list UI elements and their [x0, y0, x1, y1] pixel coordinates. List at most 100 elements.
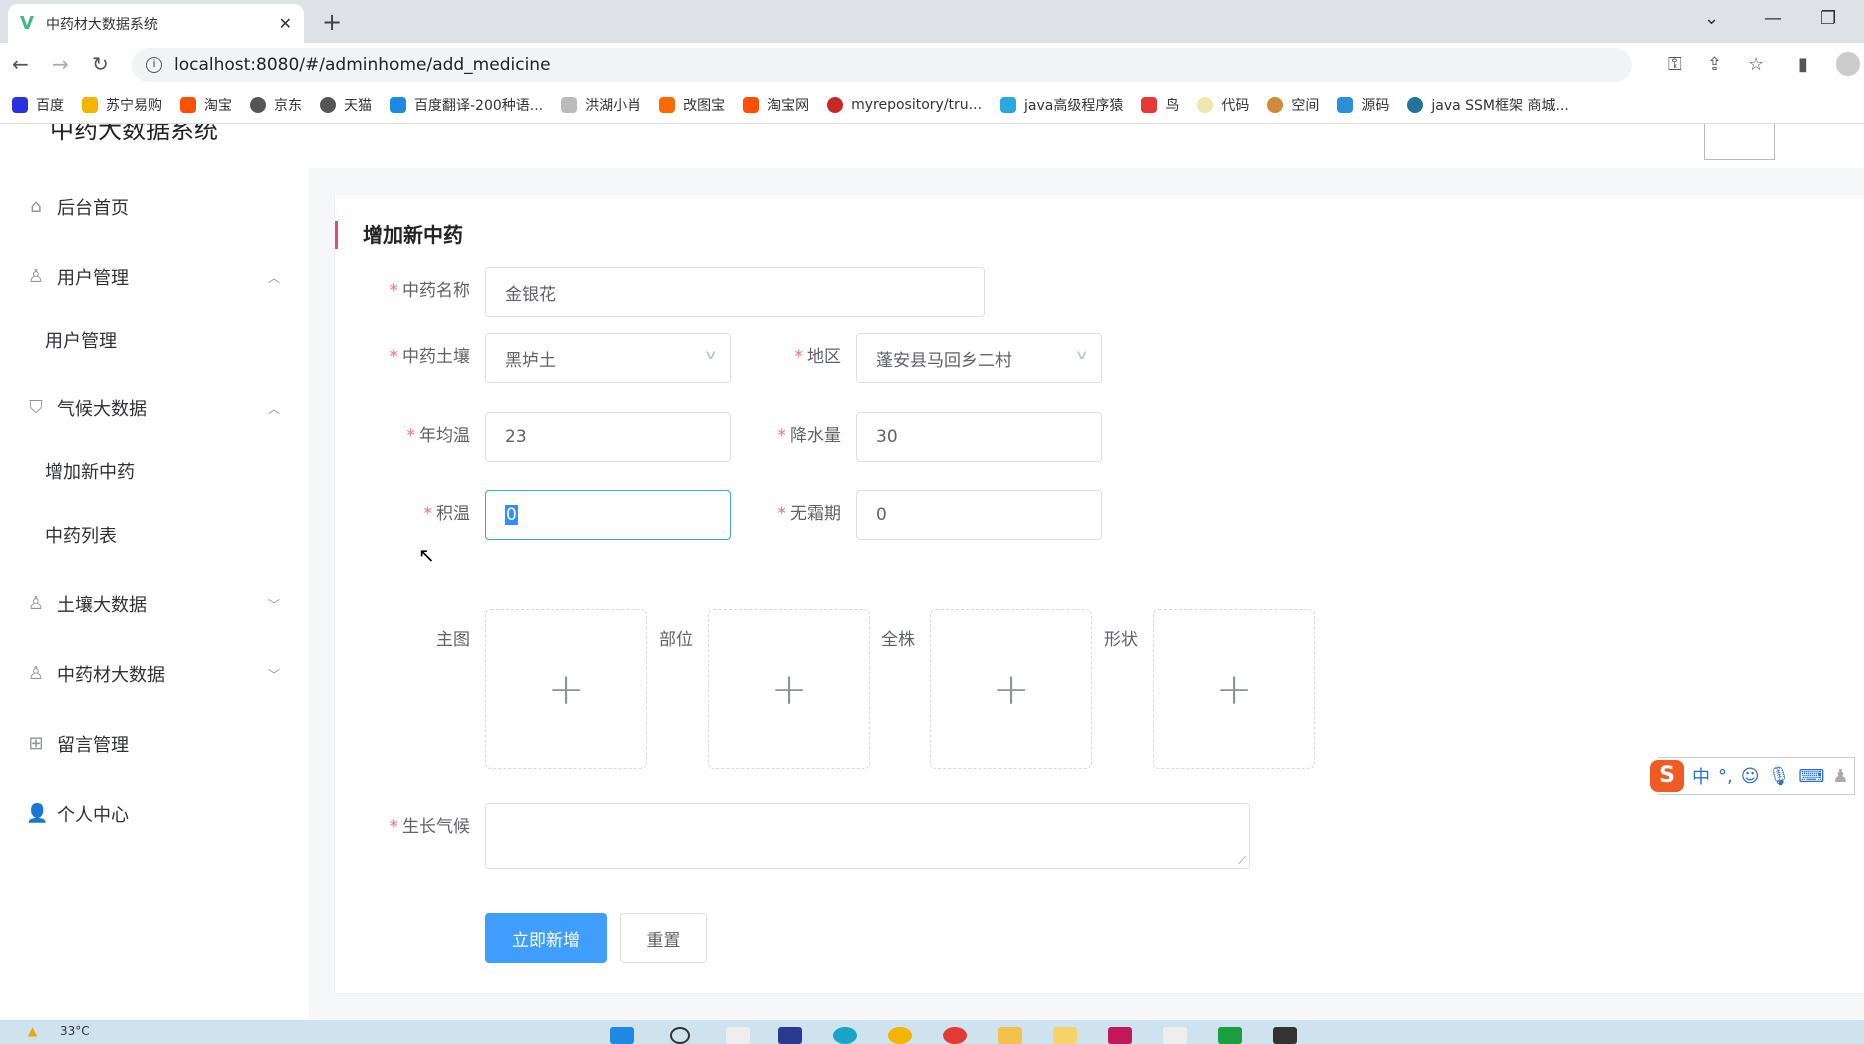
bookmark[interactable]: 空间: [1267, 95, 1319, 115]
sidebar-item-herbs[interactable]: ♙ 中药材大数据 ﹀: [0, 649, 309, 699]
bookmark[interactable]: 淘宝: [180, 95, 232, 115]
chevron-down-icon: ﹀: [268, 597, 281, 612]
side-panel-icon[interactable]: ▮: [1798, 54, 1808, 75]
emoji-icon[interactable]: ☺: [1741, 766, 1760, 787]
soil-select[interactable]: 黑垆土 ∨: [485, 333, 731, 383]
gaitubao-icon: [659, 96, 676, 113]
page-viewport: 中药大数据系统 ⌂ 后台首页 ♙ 用户管理 ︿ 用户管理 ⛉ 气候大数据 ︿ 增加新中药 …: [0, 124, 1864, 1020]
start-icon[interactable]: [610, 1027, 634, 1044]
restore-button[interactable]: ❐: [1820, 8, 1836, 29]
bag-icon: ⛉: [29, 397, 43, 418]
user-icon: ♙: [27, 663, 45, 684]
bookmark[interactable]: 改图宝: [659, 95, 725, 115]
sidebar-subitem-add-medicine[interactable]: 增加新中药: [0, 446, 309, 496]
profile-icon[interactable]: [1836, 52, 1860, 76]
person-icon: 👤: [26, 803, 49, 824]
address-bar[interactable]: i localhost:8080/#/adminhome/add_medicin…: [132, 48, 1632, 82]
user-avatar[interactable]: [1704, 124, 1775, 160]
plus-icon: +: [992, 663, 1030, 715]
sidebar-item-home[interactable]: ⌂ 后台首页: [0, 182, 309, 232]
weather-icon: ▲: [28, 1024, 38, 1038]
site-info-icon[interactable]: i: [146, 57, 162, 73]
resize-handle-icon[interactable]: ⟋: [1238, 854, 1246, 868]
bookmark[interactable]: 百度翻译-200种语...: [390, 95, 543, 115]
folder-icon[interactable]: [998, 1027, 1022, 1044]
sidebar-item-soil[interactable]: ♙ 土壤大数据 ﹀: [0, 579, 309, 629]
share-icon[interactable]: ⇪: [1707, 54, 1722, 75]
ime-punctuation[interactable]: °,: [1718, 766, 1733, 787]
bookmark[interactable]: 源码: [1337, 95, 1389, 115]
edge-icon[interactable]: [833, 1027, 857, 1044]
home-icon: ⌂: [30, 196, 42, 217]
browser-tab-bar: V 中药材大数据系统 ✕ + ⌄ — ❐: [0, 0, 1864, 43]
user-icon[interactable]: ♟: [1832, 766, 1848, 787]
excel-icon[interactable]: [1218, 1027, 1242, 1044]
reload-button[interactable]: ↻: [92, 52, 109, 76]
ime-mode[interactable]: 中: [1692, 763, 1710, 789]
sidebar-item-messages[interactable]: ⊞ 留言管理: [0, 719, 309, 769]
baidu-icon: [12, 96, 28, 113]
weather-temp[interactable]: 33°C: [60, 1024, 90, 1038]
upload-shape-image[interactable]: +: [1153, 609, 1315, 769]
bookmark[interactable]: 洪湖小肖: [561, 95, 641, 115]
acc-temp-input[interactable]: 0: [485, 490, 731, 540]
rainfall-input[interactable]: 30: [856, 412, 1102, 462]
sidebar-subitem-medicine-list[interactable]: 中药列表: [0, 510, 309, 560]
bookmark[interactable]: 天猫: [320, 95, 372, 115]
acc-temp-label: * 积温: [423, 504, 471, 524]
title-accent-bar: [335, 221, 338, 249]
bookmark[interactable]: myrepository/tru...: [827, 96, 982, 113]
user-icon: ♙: [27, 593, 45, 614]
back-button[interactable]: ←: [12, 52, 29, 76]
key-icon[interactable]: ⚿: [1668, 54, 1682, 75]
tab-title: 中药材大数据系统: [45, 16, 158, 33]
minimize-button[interactable]: —: [1764, 8, 1782, 29]
taobao-icon: [180, 96, 196, 113]
sidebar-subitem-users[interactable]: 用户管理: [0, 315, 309, 365]
submit-button[interactable]: 立即新增: [485, 913, 607, 963]
bookmark[interactable]: 鸟: [1141, 95, 1179, 115]
sidebar-item-user-management[interactable]: ♙ 用户管理 ︿: [0, 252, 309, 302]
search-icon[interactable]: [670, 1027, 690, 1044]
chevron-down-icon: ∨: [704, 348, 719, 363]
sidebar-item-profile[interactable]: 👤 个人中心: [0, 789, 309, 839]
chrome-active-icon[interactable]: [943, 1027, 967, 1044]
climate-textarea[interactable]: ⟋: [485, 803, 1250, 869]
avg-temp-input[interactable]: 23: [485, 412, 731, 462]
chevron-down-icon: ∨: [1075, 348, 1090, 363]
upload-label-shape: 形状: [1104, 630, 1138, 650]
medicine-name-input[interactable]: 金银花: [485, 267, 985, 317]
bookmark[interactable]: 淘宝网: [743, 95, 809, 115]
soil-label: * 中药土壤: [389, 347, 471, 367]
new-tab-button[interactable]: +: [322, 8, 342, 36]
taskview-icon[interactable]: [726, 1027, 750, 1044]
keyboard-icon[interactable]: ⌨: [1798, 766, 1824, 787]
bookmark[interactable]: 苏宁易购: [82, 95, 162, 115]
notepad-icon[interactable]: [1163, 1027, 1187, 1044]
frost-free-input[interactable]: 0: [856, 490, 1102, 540]
browser-tab[interactable]: V 中药材大数据系统 ✕: [8, 4, 304, 43]
reset-button[interactable]: 重置: [620, 913, 707, 963]
plus-icon: +: [547, 663, 585, 715]
sogou-logo-icon: S: [1650, 760, 1684, 792]
gift-icon: ⊞: [28, 733, 44, 754]
bookmark[interactable]: 百度: [12, 95, 64, 115]
ime-toolbar[interactable]: S 中 °, ☺ 🎙 ⌨ ♟: [1650, 757, 1856, 795]
star-icon[interactable]: ☆: [1748, 54, 1764, 75]
bookmark[interactable]: java高级程序猿: [1000, 95, 1123, 115]
close-tab-icon[interactable]: ✕: [279, 14, 292, 33]
tab-search-chevron-icon[interactable]: ⌄: [1704, 8, 1719, 29]
chrome-icon[interactable]: [888, 1027, 912, 1044]
region-select[interactable]: 蓬安县马回乡二村 ∨: [856, 333, 1102, 383]
app-icon[interactable]: [778, 1027, 802, 1044]
bookmark[interactable]: 代码: [1197, 95, 1249, 115]
bookmarks-bar: 百度 苏宁易购 淘宝 京东 天猫 百度翻译-200种语... 洪湖小肖 改图宝 …: [0, 86, 1864, 124]
terminal-icon[interactable]: [1273, 1027, 1297, 1044]
forward-button[interactable]: →: [52, 52, 69, 76]
microphone-icon[interactable]: 🎙: [1768, 766, 1791, 787]
bookmark[interactable]: java SSM框架 商城...: [1407, 95, 1569, 115]
app-icon[interactable]: [1053, 1027, 1077, 1044]
ide-icon[interactable]: [1108, 1027, 1132, 1044]
sidebar-item-climate[interactable]: ⛉ 气候大数据 ︿: [0, 383, 309, 433]
bookmark[interactable]: 京东: [250, 95, 302, 115]
